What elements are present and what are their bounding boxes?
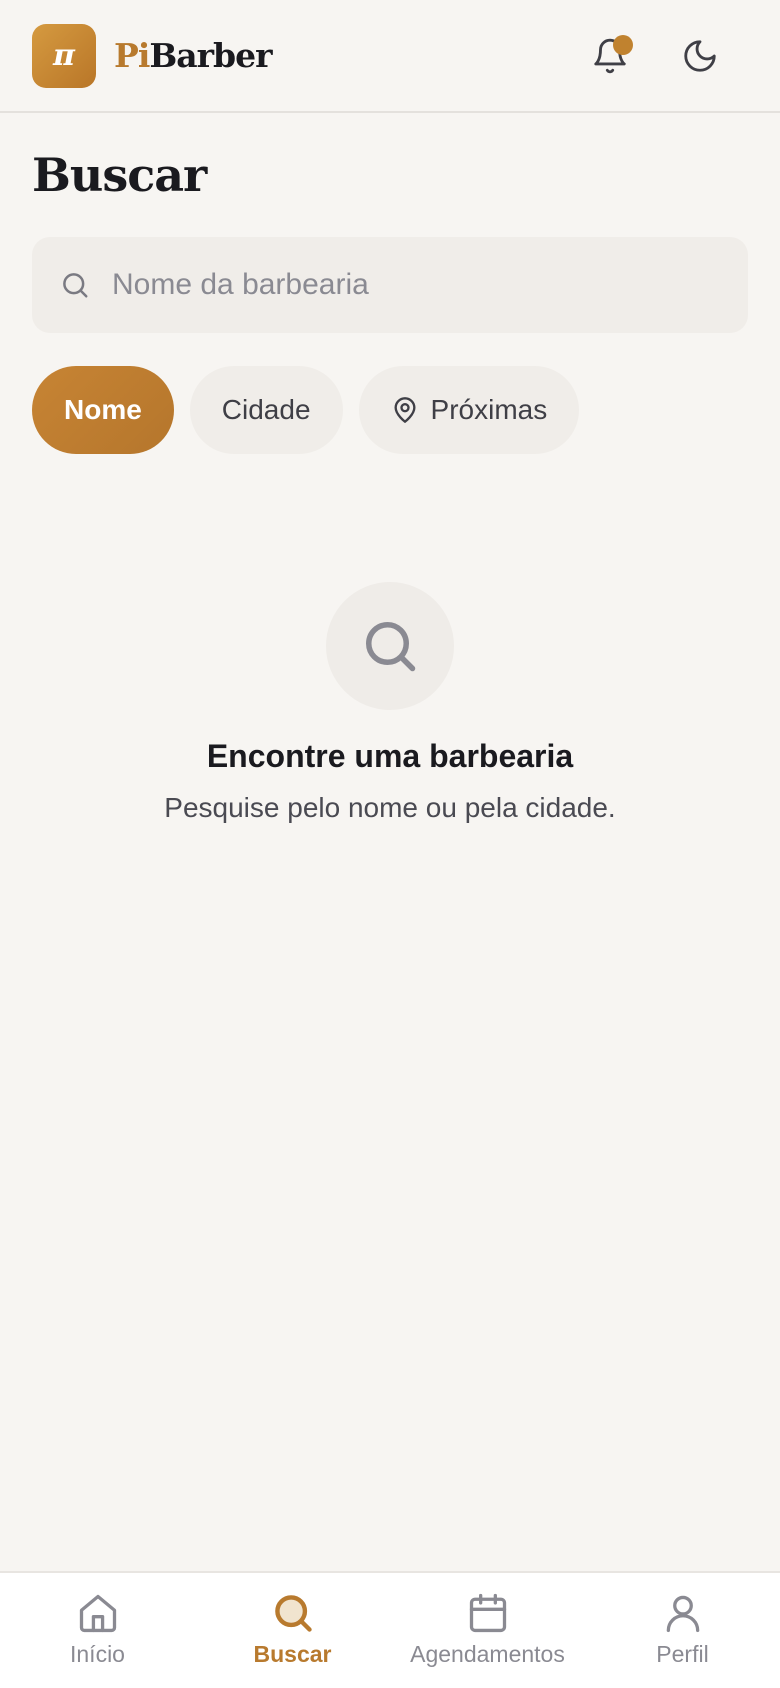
nav-item-buscar[interactable]: Buscar [195,1573,390,1688]
bottom-navigation: Início Buscar Agendamentos Perfil [0,1571,780,1688]
brand-name-part1: Pi [114,36,150,75]
filter-chip-label: Cidade [221,394,311,425]
nav-item-inicio[interactable]: Início [0,1573,195,1688]
filter-chip-label: Nome [64,394,142,425]
top-header: π PiBarber [0,0,780,113]
brand-name-part2: Barber [149,36,272,75]
notifications-button[interactable] [588,34,633,78]
theme-toggle-button[interactable] [678,34,722,78]
calendar-icon [469,1593,506,1633]
home-icon [79,1594,116,1633]
search-icon [366,622,416,672]
empty-state-subtitle: Pesquise pelo nome ou pela cidade. [164,792,616,823]
nav-label: Perfil [656,1641,709,1667]
filter-chip-nome[interactable]: Nome [32,366,174,454]
nav-label: Início [70,1641,125,1667]
logo-glyph: π [53,38,75,73]
filter-chip-proximas[interactable]: Próximas [358,366,580,454]
empty-state-title: Encontre uma barbearia [206,738,574,774]
search-filter-chips: Nome Cidade Próximas [32,366,580,454]
page-title: Buscar [32,148,207,202]
map-pin-icon [391,395,419,425]
nav-label: Buscar [253,1641,332,1667]
brand-name: PiBarber [114,36,272,75]
header-actions [588,34,748,78]
nav-label: Agendamentos [410,1641,565,1667]
search-field[interactable] [32,237,748,333]
search-icon [63,273,88,298]
user-icon [666,1595,699,1633]
empty-state-illustration [326,582,454,710]
nav-item-perfil[interactable]: Perfil [585,1573,780,1688]
nav-item-agendamentos[interactable]: Agendamentos [390,1573,585,1688]
search-icon [274,1595,312,1632]
search-input[interactable] [112,268,672,302]
notification-badge [613,34,633,55]
app-logo[interactable]: π [32,23,96,88]
moon-icon [684,39,716,72]
filter-chip-cidade[interactable]: Cidade [189,366,343,454]
filter-chip-label: Próximas [430,394,548,425]
app-root: π PiBarber Buscar Nome da barbearia Nome… [0,0,780,1688]
